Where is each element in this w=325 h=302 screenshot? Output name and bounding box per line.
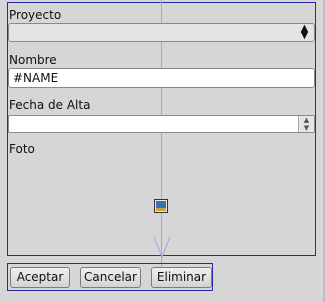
up-down-arrows-icon[interactable]: ▲ ▼ xyxy=(297,24,312,41)
eliminar-button[interactable]: Eliminar xyxy=(151,267,212,288)
down-arrow-guide-icon xyxy=(153,236,171,258)
cancelar-button[interactable]: Cancelar xyxy=(80,267,141,288)
fecha-de-alta-label: Fecha de Alta xyxy=(9,98,91,112)
nombre-label: Nombre xyxy=(9,53,57,67)
nombre-field[interactable]: #NAME xyxy=(8,68,315,88)
proyecto-label: Proyecto xyxy=(9,8,62,22)
foto-label: Foto xyxy=(9,142,35,156)
fecha-de-alta-field[interactable]: ▲ ▼ xyxy=(8,115,315,133)
spinner-icon[interactable]: ▲ ▼ xyxy=(298,116,314,132)
aceptar-button[interactable]: Aceptar xyxy=(10,267,70,288)
spin-up-icon[interactable]: ▲ xyxy=(299,116,314,124)
proyecto-combobox[interactable]: ▲ ▼ xyxy=(8,23,315,42)
spin-down-icon[interactable]: ▼ xyxy=(299,124,314,132)
image-placeholder-icon[interactable] xyxy=(154,199,168,213)
